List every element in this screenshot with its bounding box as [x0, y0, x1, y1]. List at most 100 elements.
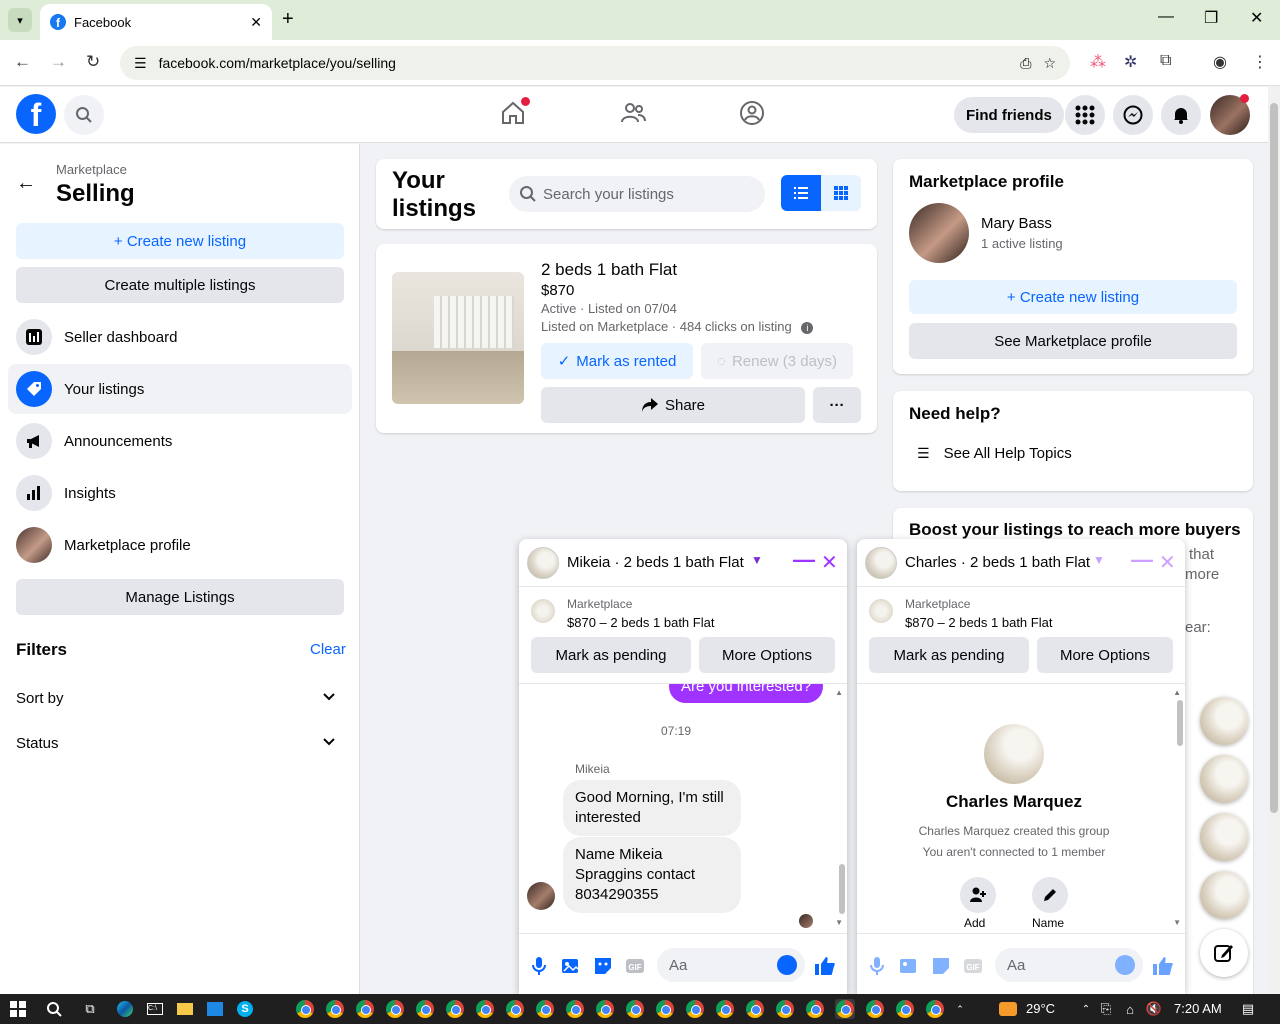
profile-icon[interactable]: ◉	[1213, 52, 1227, 72]
listing-title[interactable]: 2 beds 1 bath Flat	[541, 260, 677, 280]
mark-as-pending-button[interactable]: Mark as pending	[869, 637, 1029, 673]
grid-view-button[interactable]	[821, 175, 861, 211]
sticker-icon[interactable]	[931, 956, 951, 976]
chat-title[interactable]: Mikeia · 2 beds 1 bath Flat	[567, 554, 744, 571]
temperature[interactable]: 29°C	[1026, 1001, 1055, 1016]
chrome-icon[interactable]	[715, 999, 735, 1019]
chrome-icon[interactable]	[475, 999, 495, 1019]
chrome-menu-icon[interactable]: ⋮	[1252, 52, 1268, 72]
clear-filters-link[interactable]: Clear	[310, 641, 346, 658]
tab-close-icon[interactable]: ✕	[250, 14, 262, 31]
scroll-up-icon[interactable]: ▲	[835, 688, 843, 697]
create-multiple-listings-button[interactable]: Create multiple listings	[16, 267, 344, 303]
list-view-button[interactable]	[781, 175, 821, 211]
sender-avatar[interactable]	[527, 882, 555, 910]
search-listings-input[interactable]: Search your listings	[509, 176, 765, 212]
task-view-icon[interactable]: ⧉	[80, 999, 100, 1019]
mark-as-pending-button[interactable]: Mark as pending	[531, 637, 691, 673]
see-marketplace-profile-button[interactable]: See Marketplace profile	[909, 323, 1237, 359]
account-avatar[interactable]	[1210, 94, 1250, 135]
terminal-icon[interactable]: C:\	[145, 999, 165, 1019]
gif-icon[interactable]: GIF	[625, 956, 645, 976]
search-icon[interactable]	[44, 999, 64, 1019]
thumbs-up-icon[interactable]	[1151, 956, 1175, 976]
sticker-icon[interactable]	[593, 956, 613, 976]
chrome-icon[interactable]	[805, 999, 825, 1019]
volume-muted-icon[interactable]: 🔇	[1144, 999, 1164, 1019]
browser-tab[interactable]: f Facebook ✕	[40, 4, 272, 40]
extension-2-icon[interactable]: ✲	[1124, 52, 1137, 72]
windows-start-icon[interactable]	[8, 999, 28, 1019]
profile-create-listing-button[interactable]: + Create new listing	[909, 280, 1237, 314]
back-button[interactable]: ←	[14, 52, 31, 72]
chat-header[interactable]: Charles · 2 beds 1 bath Flat ▼ — ✕	[857, 539, 1185, 587]
network-icon[interactable]: ⎘	[1096, 999, 1116, 1019]
skype-icon[interactable]: S	[235, 999, 255, 1019]
group-avatar[interactable]	[984, 724, 1044, 784]
chevron-down-icon[interactable]: ▼	[751, 553, 763, 567]
profile-name[interactable]: Mary Bass	[981, 215, 1052, 232]
messenger-icon[interactable]	[1113, 95, 1153, 135]
sidebar-item-seller-dashboard[interactable]: Seller dashboard	[8, 312, 352, 362]
file-explorer-icon[interactable]	[175, 999, 195, 1019]
chrome-icon[interactable]	[325, 999, 345, 1019]
message-input[interactable]: Aa	[657, 948, 805, 982]
chrome-icon[interactable]	[595, 999, 615, 1019]
sidebar-item-announcements[interactable]: Announcements	[8, 416, 352, 466]
chat-messages[interactable]: Charles Marquez Charles Marquez created …	[857, 683, 1185, 933]
listing-photo[interactable]	[392, 272, 524, 404]
sort-by-filter[interactable]: Sort by	[16, 690, 336, 708]
manage-listings-button[interactable]: Manage Listings	[16, 579, 344, 615]
photo-icon[interactable]	[561, 956, 581, 976]
notifications-icon[interactable]: ▤	[1238, 999, 1258, 1019]
clock-time[interactable]: 7:20 AM	[1174, 1001, 1222, 1016]
chrome-icon[interactable]	[505, 999, 525, 1019]
notifications-bell-icon[interactable]	[1161, 95, 1201, 135]
forward-button[interactable]: →	[50, 52, 67, 72]
friends-icon[interactable]	[619, 99, 647, 127]
gif-icon[interactable]: GIF	[963, 956, 983, 976]
back-arrow-icon[interactable]: ←	[16, 172, 36, 195]
chrome-icon[interactable]	[625, 999, 645, 1019]
reload-button[interactable]: ↻	[86, 52, 100, 72]
more-options-button[interactable]: ···	[813, 387, 861, 423]
scroll-up-icon[interactable]: ▲	[1173, 688, 1181, 697]
extensions-puzzle-icon[interactable]: ⧉	[1160, 52, 1171, 70]
chrome-icon[interactable]	[925, 999, 945, 1019]
chat-head-avatar[interactable]	[1200, 755, 1248, 803]
chat-head-avatar[interactable]	[1200, 697, 1248, 745]
chrome-icon[interactable]	[415, 999, 435, 1019]
microphone-icon[interactable]	[867, 956, 887, 976]
bookmark-star-icon[interactable]: ☆	[1043, 55, 1056, 72]
chrome-icon[interactable]	[445, 999, 465, 1019]
add-member-button[interactable]	[960, 877, 996, 913]
extension-icon[interactable]: ⁂	[1090, 52, 1106, 72]
chrome-icon[interactable]	[295, 999, 315, 1019]
chat-title[interactable]: Charles · 2 beds 1 bath Flat	[905, 554, 1090, 571]
restore-button[interactable]: ❐	[1204, 8, 1218, 28]
search-icon[interactable]	[64, 95, 104, 135]
emoji-icon[interactable]	[777, 955, 797, 975]
rename-group-button[interactable]	[1032, 877, 1068, 913]
microphone-icon[interactable]	[529, 956, 549, 976]
chrome-icon-active[interactable]	[835, 999, 855, 1019]
chat-messages[interactable]: Are you interested? 07:19 Mikeia Good Mo…	[519, 683, 847, 933]
menu-grid-icon[interactable]	[1065, 95, 1105, 135]
close-chat-icon[interactable]: ✕	[1159, 550, 1176, 575]
help-topics-link[interactable]: ☰ See All Help Topics	[917, 445, 1072, 462]
photo-icon[interactable]	[899, 956, 919, 976]
message-input[interactable]: Aa	[995, 948, 1143, 982]
store-icon[interactable]	[205, 999, 225, 1019]
close-chat-icon[interactable]: ✕	[821, 550, 838, 575]
more-options-button[interactable]: More Options	[1037, 637, 1173, 673]
chat-scroll-thumb[interactable]	[1177, 700, 1183, 746]
chat-header[interactable]: Mikeia · 2 beds 1 bath Flat ▼ — ✕	[519, 539, 847, 587]
chrome-icon[interactable]	[535, 999, 555, 1019]
taskbar-overflow-icon[interactable]: ⌃	[950, 999, 970, 1019]
new-tab-button[interactable]: +	[282, 8, 294, 31]
page-scroll-thumb[interactable]	[1270, 103, 1278, 813]
minimize-button[interactable]: —	[1158, 8, 1174, 26]
thumbs-up-icon[interactable]	[813, 956, 837, 976]
info-icon[interactable]: i	[801, 322, 814, 334]
more-options-button[interactable]: More Options	[699, 637, 835, 673]
